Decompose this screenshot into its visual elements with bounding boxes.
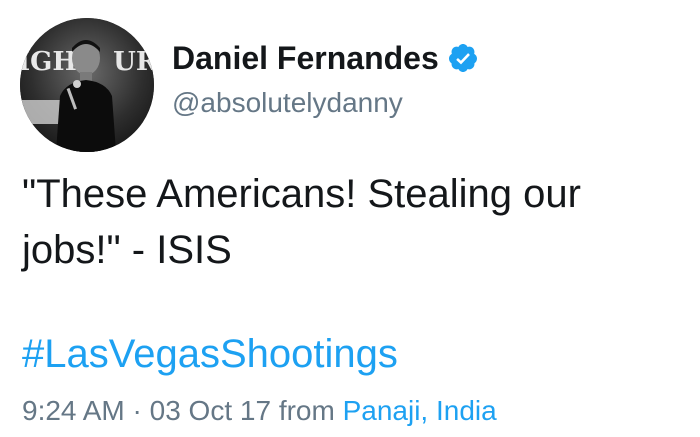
meta-separator: · bbox=[132, 395, 142, 426]
tweet-date[interactable]: 03 Oct 17 bbox=[150, 395, 271, 426]
avatar-photo-icon: IGH URI bbox=[20, 18, 154, 152]
display-name-text: Daniel Fernandes bbox=[172, 40, 439, 76]
hashtag-link[interactable]: #LasVegasShootings bbox=[22, 330, 398, 378]
tweet-metadata: 9:24 AM · 03 Oct 17 from Panaji, India bbox=[22, 394, 497, 428]
verified-badge-icon bbox=[447, 42, 479, 74]
tweet-card: IGH URI Daniel Fernandes @absolutelydann… bbox=[0, 0, 700, 437]
location-link[interactable]: Panaji, India bbox=[343, 395, 497, 426]
tweet-text: "These Americans! Stealing our jobs!" - … bbox=[22, 166, 682, 278]
tweet-text-line: "These Americans! Stealing our bbox=[22, 172, 581, 216]
tweet-text-line: jobs!" - ISIS bbox=[22, 228, 232, 272]
from-label: from bbox=[278, 395, 335, 426]
user-display-name[interactable]: Daniel Fernandes bbox=[172, 40, 479, 76]
tweet-time[interactable]: 9:24 AM bbox=[22, 395, 125, 426]
user-handle[interactable]: @absolutelydanny bbox=[172, 86, 403, 120]
avatar[interactable]: IGH URI bbox=[20, 18, 154, 152]
